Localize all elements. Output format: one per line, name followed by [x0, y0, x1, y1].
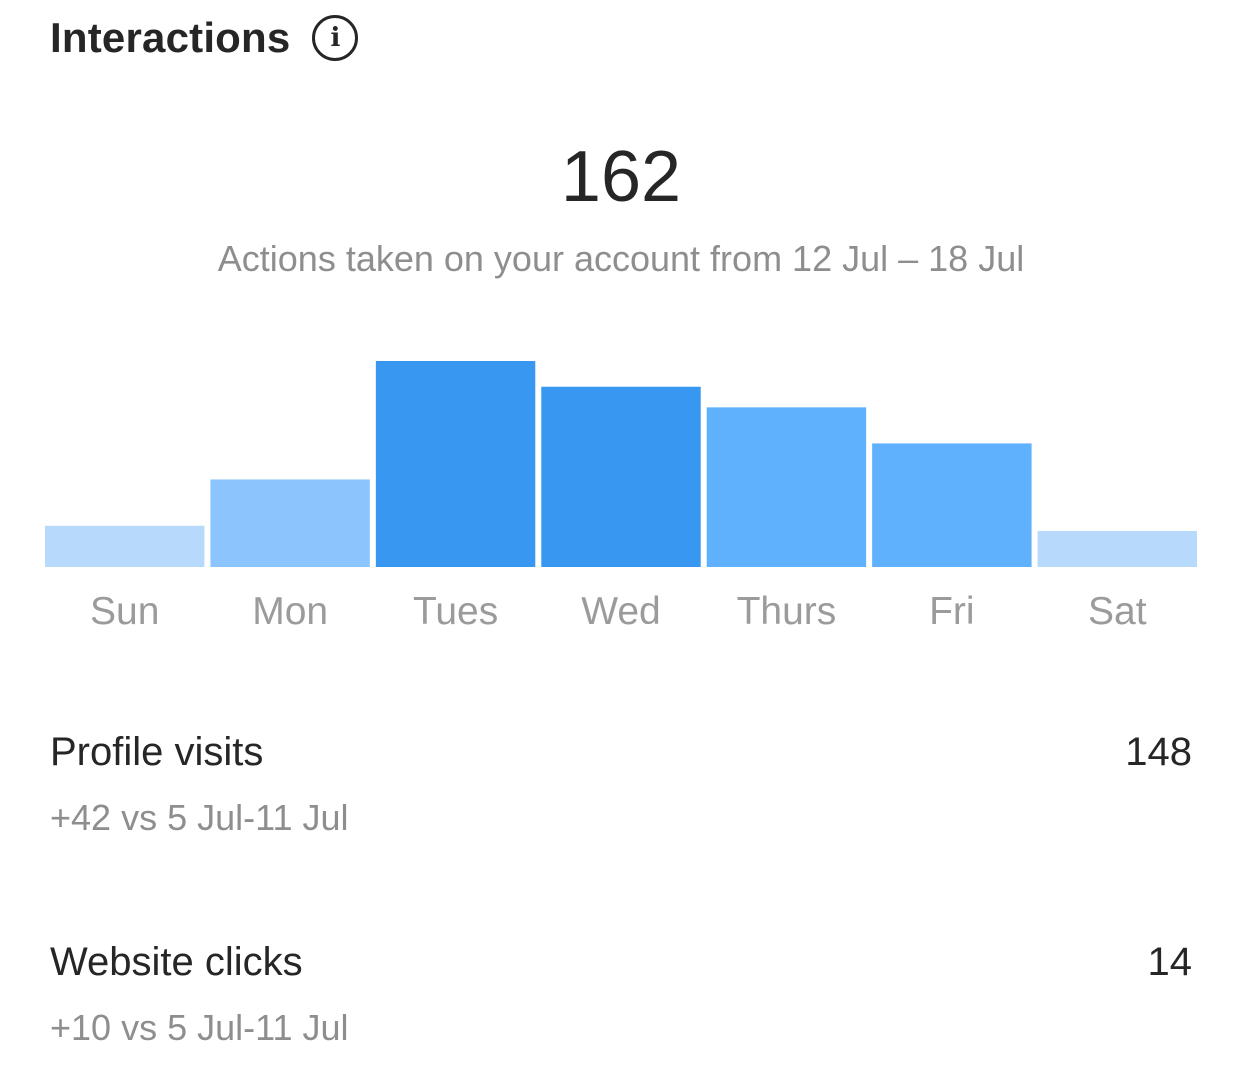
x-tick-label: Tues: [413, 590, 498, 633]
bar-thurs[interactable]: [706, 407, 867, 567]
bar-mon[interactable]: [210, 479, 370, 567]
date-range-subtitle: Actions taken on your account from 12 Ju…: [217, 238, 1025, 279]
bar-wed[interactable]: [541, 386, 701, 567]
bar-sat[interactable]: [1037, 530, 1197, 567]
section-title: Interactions: [50, 14, 291, 61]
interactions-page: Interactions i 162 Actions taken on your…: [0, 0, 1242, 1081]
x-tick-label: Fri: [929, 590, 974, 633]
metric-label: Profile visits: [50, 730, 264, 774]
metric-label: Website clicks: [50, 940, 303, 984]
metric-comparison: +42 vs 5 Jul-11 Jul: [50, 797, 349, 838]
bar-fri[interactable]: [872, 443, 1032, 567]
metric-value: 14: [1147, 940, 1193, 984]
x-tick-label: Wed: [581, 590, 661, 633]
interactions-bar-chart: Sun Mon Tues Wed Thurs Fri Sat: [45, 361, 1197, 633]
section-header: Interactions i: [50, 14, 359, 62]
metric-profile-visits[interactable]: Profile visits 148 +42 vs 5 Jul-11 Jul: [50, 730, 1192, 839]
bar-sun[interactable]: [45, 525, 205, 567]
metric-website-clicks[interactable]: Website clicks 14 +10 vs 5 Jul-11 Jul: [50, 940, 1192, 1049]
metric-value: 148: [1125, 730, 1192, 774]
x-tick-label: Sat: [1088, 590, 1147, 633]
info-circle-icon[interactable]: i: [312, 15, 359, 61]
bar-tues[interactable]: [375, 361, 536, 567]
x-tick-label: Mon: [252, 590, 328, 633]
metric-comparison: +10 vs 5 Jul-11 Jul: [50, 1007, 349, 1048]
x-tick-label: Thurs: [737, 590, 837, 633]
total-interactions: 162: [560, 137, 682, 217]
x-tick-label: Sun: [90, 590, 159, 633]
